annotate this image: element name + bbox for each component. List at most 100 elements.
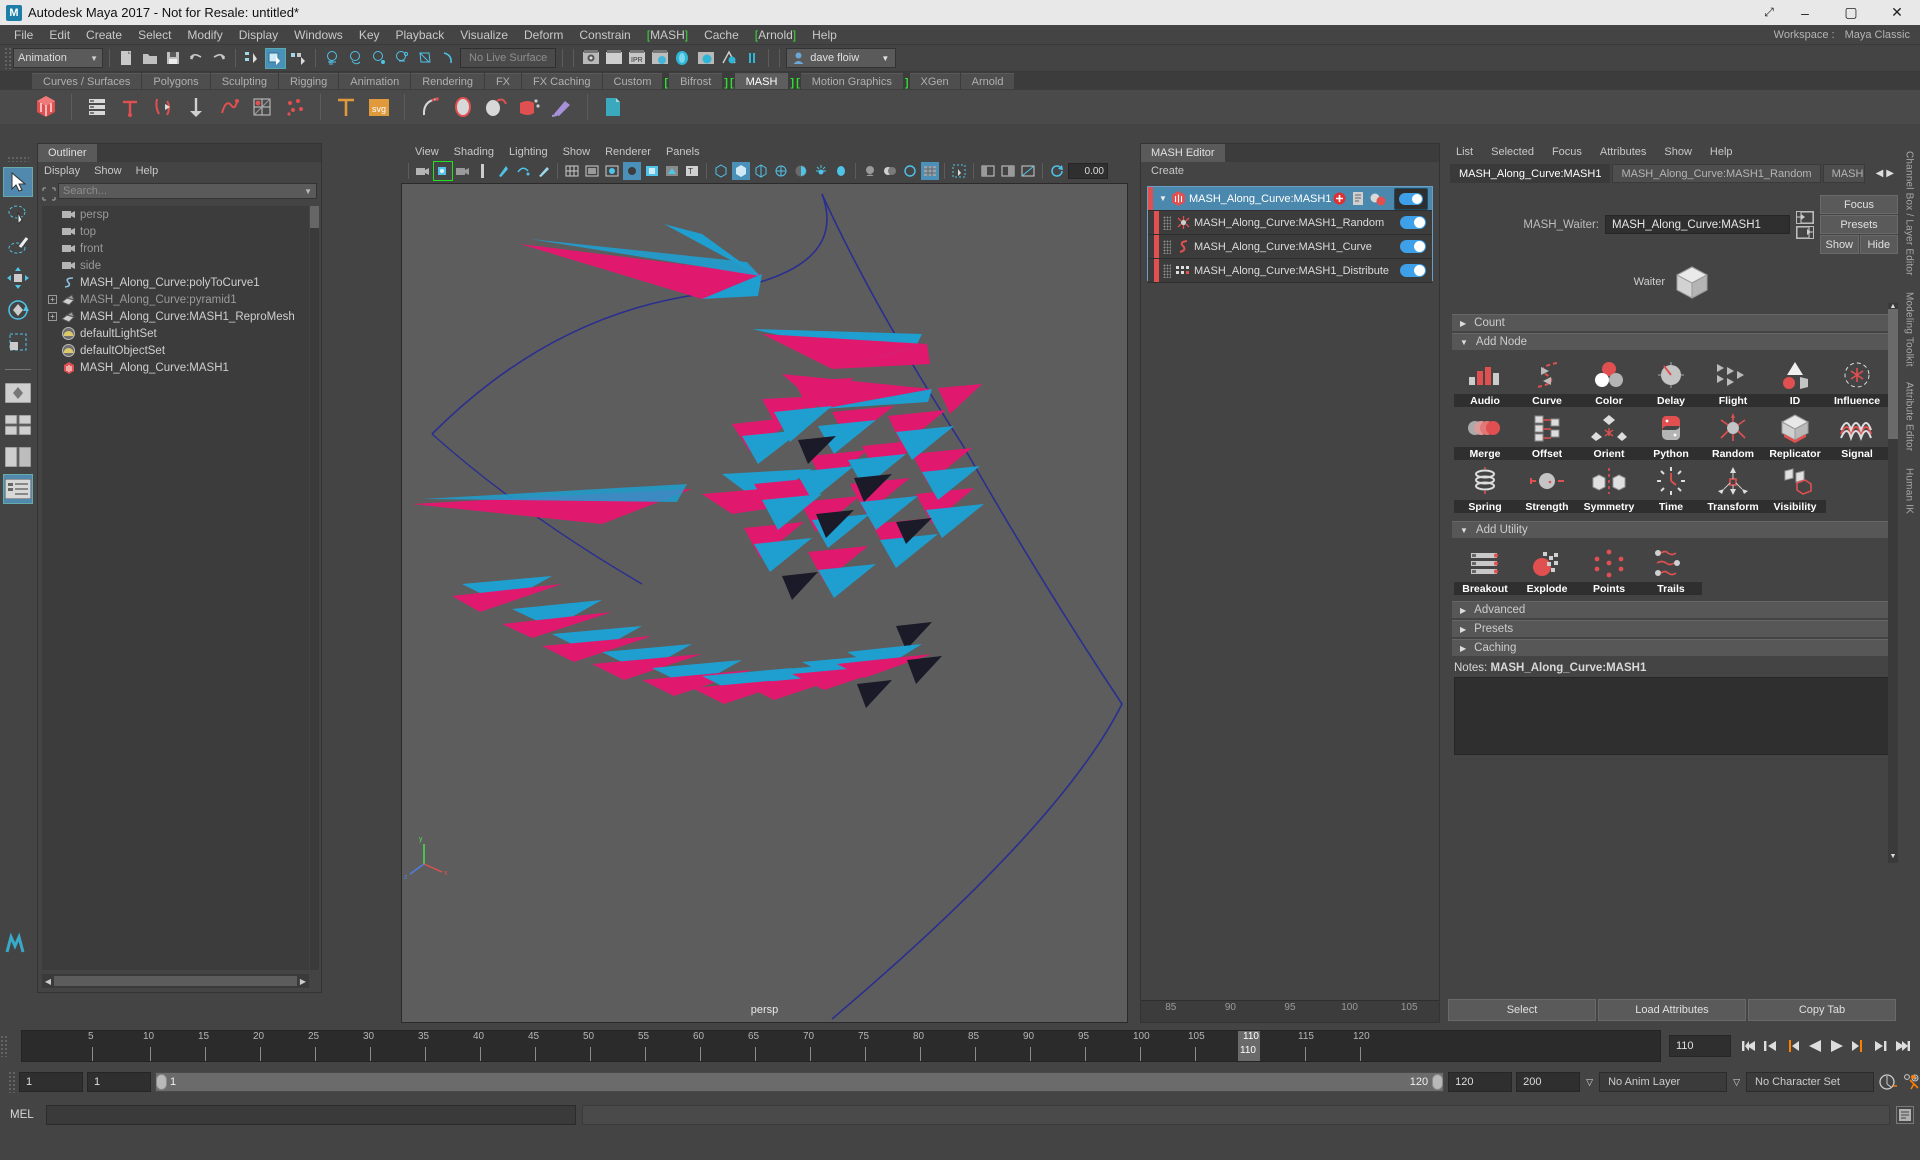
add-node-replicator[interactable]: Replicator	[1764, 409, 1826, 460]
redo-icon[interactable]	[208, 48, 229, 69]
menu-deform[interactable]: Deform	[516, 27, 571, 43]
viewport-menu-view[interactable]: View	[415, 146, 439, 158]
chevron-down-icon[interactable]: ▼	[304, 187, 312, 196]
attr-tab-mash1[interactable]: MASH_Along_Curve:MASH1	[1450, 164, 1611, 183]
make-live-icon[interactable]	[437, 48, 458, 69]
maximize-button[interactable]: ▢	[1828, 0, 1874, 25]
search-input[interactable]: Search... ▼	[58, 183, 317, 199]
menu-cache[interactable]: Cache	[696, 27, 747, 43]
mash-node-row-waiter[interactable]: ▼ MASH_Along_Curve:MASH1	[1148, 187, 1432, 211]
grid-toggle-icon[interactable]	[921, 162, 939, 180]
outliner-vertical-scrollbar[interactable]	[310, 206, 319, 970]
notes-icon[interactable]	[1352, 191, 1364, 206]
snap-to-point-icon[interactable]	[368, 48, 389, 69]
two-d-pan-zoom-icon[interactable]	[494, 162, 512, 180]
minimize-button[interactable]: –	[1782, 0, 1828, 25]
focus-button[interactable]: Focus	[1820, 195, 1898, 214]
smooth-shade-all-icon[interactable]	[583, 162, 601, 180]
shelf-tab-xgen[interactable]: XGen	[909, 73, 960, 89]
render-sequence-icon[interactable]	[603, 48, 624, 69]
menu-visualize[interactable]: Visualize	[452, 27, 516, 43]
notes-textarea[interactable]	[1454, 677, 1890, 755]
add-node-influence[interactable]: Influence	[1826, 356, 1888, 407]
shelf-tab-sculpting[interactable]: Sculpting	[210, 73, 278, 89]
show-button[interactable]: Show	[1820, 235, 1859, 254]
cache-file-icon[interactable]	[599, 93, 627, 121]
open-scene-icon[interactable]	[139, 48, 160, 69]
section-caching[interactable]: ▶ Caching	[1452, 639, 1892, 656]
tab-modeling-toolkit[interactable]: Modeling Toolkit	[1904, 284, 1915, 375]
outliner-item-persp[interactable]: persp	[42, 206, 309, 223]
arnold-render-view-icon[interactable]	[695, 48, 716, 69]
attr-menu-show[interactable]: Show	[1664, 146, 1692, 158]
range-slider-grip[interactable]	[8, 1071, 15, 1093]
snap-to-grid-icon[interactable]	[322, 48, 343, 69]
svg-tool-icon[interactable]: svg	[365, 93, 393, 121]
menu-mash[interactable]: [MASH]	[639, 27, 696, 43]
attribute-editor-scrollbar[interactable]: ▲ ▼	[1888, 303, 1898, 863]
attr-menu-attributes[interactable]: Attributes	[1600, 146, 1646, 158]
mash-waiter-value[interactable]: MASH_Along_Curve:MASH1	[1605, 215, 1790, 234]
panel-layout-single-icon[interactable]	[979, 162, 997, 180]
persp-outliner-layout-icon[interactable]	[3, 474, 33, 504]
add-node-color[interactable]: Color	[1578, 356, 1640, 407]
mash-curve-icon[interactable]	[149, 93, 177, 121]
snap-to-view-plane-icon[interactable]	[414, 48, 435, 69]
display-textures-icon[interactable]	[881, 162, 899, 180]
auto-keyframe-icon[interactable]	[1878, 1072, 1897, 1092]
shelf-tab-fx[interactable]: FX	[484, 73, 522, 89]
motion-field-icon[interactable]	[449, 93, 477, 121]
shelf-tab-bifrost[interactable]: Bifrost	[669, 73, 723, 89]
viewport-3d-canvas[interactable]: y x z persp	[401, 183, 1128, 1023]
step-back-frame-icon[interactable]	[1783, 1036, 1802, 1056]
ipr-render-icon[interactable]: IPR	[626, 48, 647, 69]
output-connection-icon[interactable]	[1796, 225, 1814, 239]
mash-network-icon[interactable]	[32, 93, 60, 121]
menu-create[interactable]: Create	[78, 27, 130, 43]
tab-channel-box-layer-editor[interactable]: Channel Box / Layer Editor	[1904, 143, 1915, 284]
outliner-menu-display[interactable]: Display	[44, 165, 80, 177]
use-all-lights-icon[interactable]	[643, 162, 661, 180]
motion-blur-icon[interactable]	[832, 162, 850, 180]
exposure-icon[interactable]	[772, 162, 790, 180]
scrollbar-thumb[interactable]	[310, 206, 319, 228]
section-count[interactable]: ▶ Count	[1452, 314, 1892, 331]
close-button[interactable]: ✕	[1874, 0, 1920, 25]
range-end-handle[interactable]	[1432, 1074, 1444, 1090]
add-node-icon[interactable]	[1333, 192, 1346, 205]
camera-attributes-icon[interactable]	[433, 161, 453, 181]
step-forward-key-icon[interactable]	[1871, 1036, 1890, 1056]
add-utility-explode[interactable]: Explode	[1516, 544, 1578, 595]
menu-constrain[interactable]: Constrain	[571, 27, 638, 43]
menu-arnold[interactable]: [Arnold]	[747, 27, 804, 43]
scroll-down-icon[interactable]: ▼	[1888, 853, 1898, 863]
mash-dynamics-icon[interactable]	[215, 93, 243, 121]
wireframe-shading-icon[interactable]	[563, 162, 581, 180]
save-scene-icon[interactable]	[162, 48, 183, 69]
motion-brush-icon[interactable]	[548, 93, 576, 121]
toolbox-grip[interactable]	[7, 156, 29, 162]
hide-button[interactable]: Hide	[1859, 235, 1898, 254]
attr-menu-help[interactable]: Help	[1710, 146, 1733, 158]
drag-handle-icon[interactable]	[1163, 239, 1171, 254]
copy-tab-button[interactable]: Copy Tab	[1748, 999, 1896, 1021]
tab-scroll-left-icon[interactable]: ◀	[1876, 168, 1884, 179]
node-enable-toggle[interactable]	[1400, 264, 1426, 277]
range-start-field[interactable]: 1	[19, 1072, 83, 1092]
chevron-down-icon[interactable]: ▼	[1157, 194, 1169, 203]
paint-select-tool-icon[interactable]	[3, 231, 33, 261]
mash-distribute-icon[interactable]	[83, 93, 111, 121]
add-node-merge[interactable]: Merge	[1454, 409, 1516, 460]
gamma-icon[interactable]	[792, 162, 810, 180]
x-ray-icon[interactable]	[712, 162, 730, 180]
attr-menu-focus[interactable]: Focus	[1552, 146, 1582, 158]
type-tool-icon[interactable]	[332, 93, 360, 121]
lasso-tool-icon[interactable]	[3, 199, 33, 229]
new-scene-icon[interactable]	[116, 48, 137, 69]
section-advanced[interactable]: ▶ Advanced	[1452, 601, 1892, 618]
outliner-tab[interactable]: Outliner	[38, 144, 97, 162]
arnold-render-settings-icon[interactable]	[718, 48, 739, 69]
drag-handle-icon[interactable]	[1163, 263, 1171, 278]
add-utility-points[interactable]: Points	[1578, 544, 1640, 595]
animation-preferences-icon[interactable]	[1901, 1072, 1920, 1092]
